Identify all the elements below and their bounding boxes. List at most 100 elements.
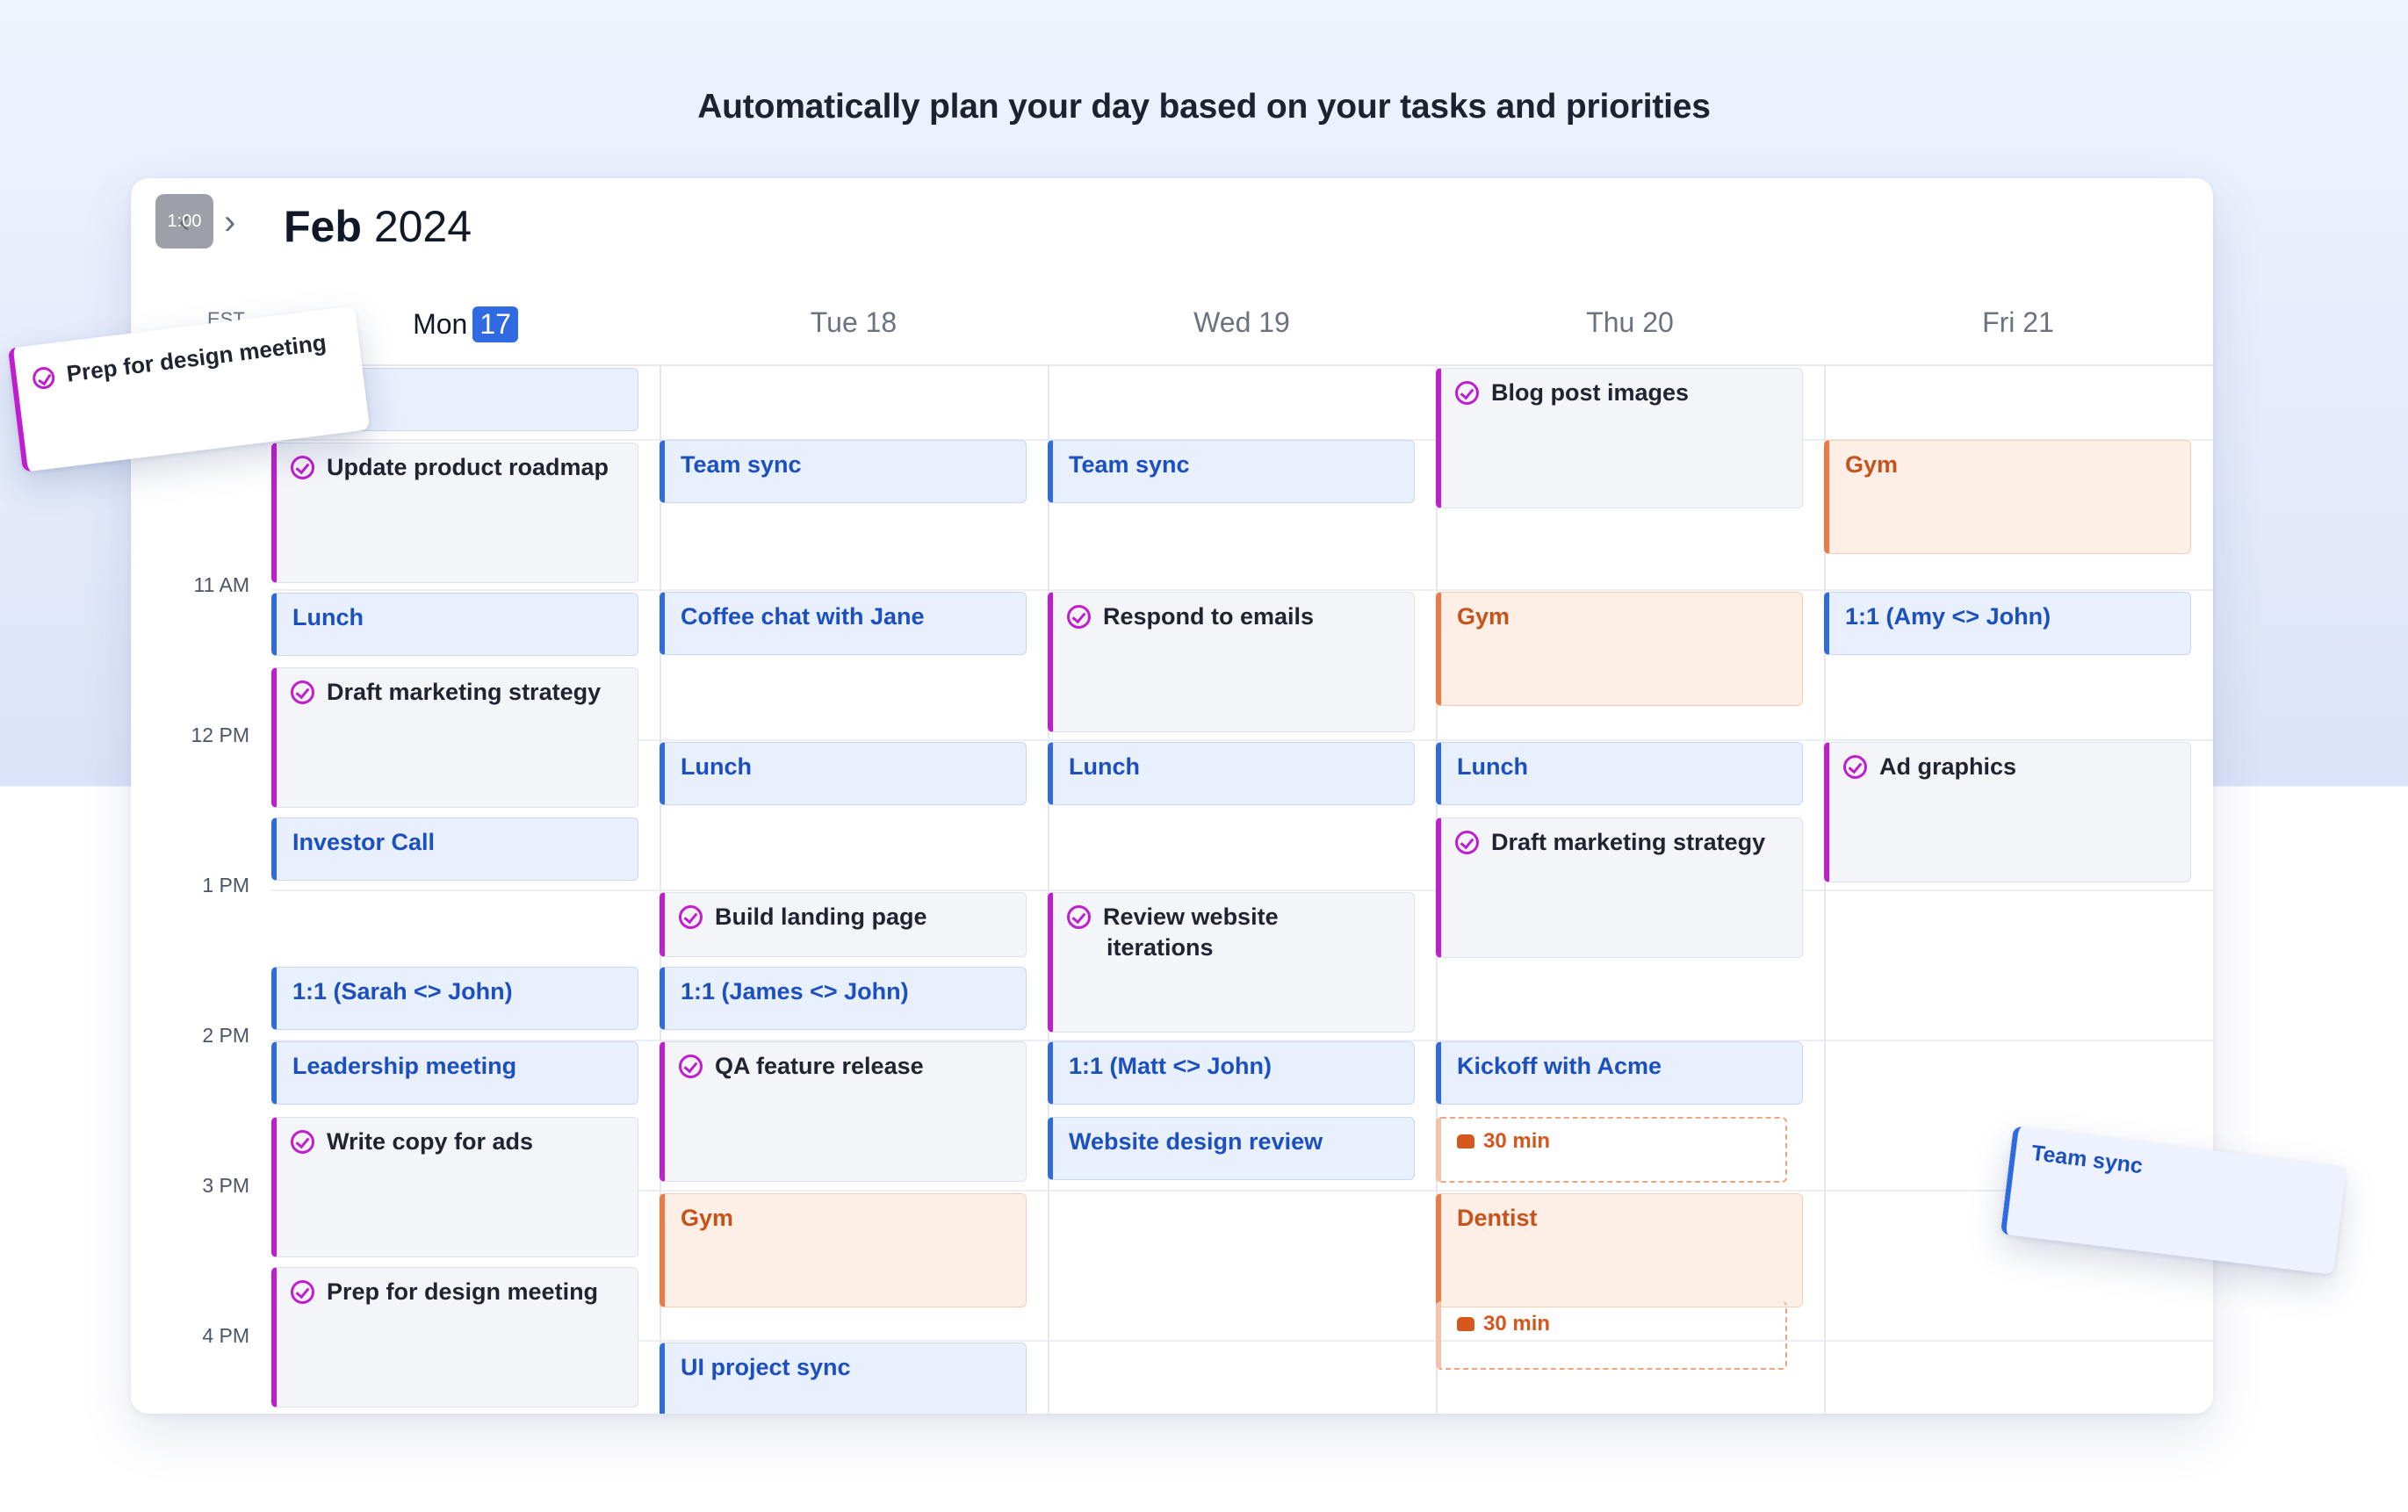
day-header-wed[interactable]: Wed 19	[1048, 306, 1436, 339]
task-build-landing-page[interactable]: Build landing page	[660, 892, 1027, 957]
hour-line	[271, 889, 2213, 891]
event-leadership-meeting[interactable]: Leadership meeting	[271, 1041, 638, 1105]
day-divider	[1048, 364, 1049, 1414]
task-check-icon	[1067, 605, 1091, 629]
event-title: UI project sync	[681, 1354, 851, 1380]
event-1on1-amy[interactable]: 1:1 (Amy <> John)	[1824, 592, 2191, 655]
task-check-icon	[1843, 755, 1867, 779]
task-check-icon	[1455, 831, 1479, 854]
task-draft-marketing-strategy[interactable]: Draft marketing strategy	[271, 667, 638, 808]
event-title: Update product roadmap	[327, 454, 609, 480]
event-title: Lunch	[681, 753, 752, 780]
task-check-icon	[1067, 905, 1091, 929]
headline: Automatically plan your day based on you…	[697, 88, 1711, 126]
event-title: Lunch	[1069, 753, 1140, 780]
event-title: Team sync	[681, 451, 802, 478]
task-write-copy-for-ads[interactable]: Write copy for ads	[271, 1117, 638, 1257]
event-title: Leadership meeting	[292, 1053, 517, 1079]
task-check-icon	[291, 1280, 314, 1304]
task-prep-for-design-meeting[interactable]: Prep for design meeting	[271, 1267, 638, 1408]
task-check-icon	[291, 456, 314, 479]
event-title: 1:1 (James <> John)	[681, 978, 909, 1004]
calendar-grid[interactable]: sync Update product roadmap Lunch Draft …	[271, 364, 2213, 1414]
hour-line	[271, 589, 2213, 591]
task-update-product-roadmap[interactable]: Update product roadmap	[271, 443, 638, 583]
event-title-line2: iterations	[1107, 934, 1214, 961]
event-lunch[interactable]: Lunch	[1048, 742, 1415, 805]
time-label: 2 PM	[202, 1024, 249, 1047]
event-title: Gym	[1457, 603, 1510, 630]
travel-duration: 30 min	[1483, 1312, 1551, 1336]
event-title: 1:1 (Matt <> John)	[1069, 1053, 1272, 1079]
event-title: Gym	[1845, 451, 1899, 478]
today-badge: 17	[472, 306, 518, 342]
event-gym[interactable]: Gym	[1824, 440, 2191, 554]
event-title: Blog post images	[1491, 379, 1690, 406]
event-title: Kickoff with Acme	[1457, 1053, 1662, 1079]
event-title: Coffee chat with Jane	[681, 603, 925, 630]
event-1on1-matt[interactable]: 1:1 (Matt <> John)	[1048, 1041, 1415, 1105]
time-label: 4 PM	[202, 1324, 249, 1347]
event-team-sync[interactable]: Team sync	[660, 440, 1027, 503]
event-1on1-james[interactable]: 1:1 (James <> John)	[660, 967, 1027, 1030]
task-blog-post-images[interactable]: Blog post images	[1436, 368, 1803, 508]
event-kickoff-with-acme[interactable]: Kickoff with Acme	[1436, 1041, 1803, 1105]
prev-week-button[interactable]: ‹ 1:00	[155, 194, 213, 248]
task-qa-feature-release[interactable]: QA feature release	[660, 1041, 1027, 1182]
time-tooltip: 1:00	[167, 211, 202, 231]
dragged-task-title: Prep for design meeting	[65, 328, 328, 387]
calendar-window: ‹ 1:00 › Feb 2024 EST Mon 17 Tue 18 Wed 1…	[131, 178, 2213, 1414]
event-team-sync[interactable]: Team sync	[1048, 440, 1415, 503]
event-coffee-chat[interactable]: Coffee chat with Jane	[660, 592, 1027, 655]
task-check-icon	[291, 1130, 314, 1154]
car-icon	[1457, 1134, 1474, 1148]
event-title: Draft marketing strategy	[327, 679, 602, 705]
event-title: QA feature release	[715, 1053, 924, 1079]
day-header-tue[interactable]: Tue 18	[660, 306, 1048, 339]
event-title: Ad graphics	[1879, 753, 2017, 780]
event-lunch[interactable]: Lunch	[1436, 742, 1803, 805]
event-title: Lunch	[292, 604, 364, 630]
time-label: 12 PM	[191, 724, 249, 746]
event-title: Review website	[1103, 904, 1279, 930]
task-review-website-iterations[interactable]: Review website iterations	[1048, 892, 1415, 1033]
car-icon	[1457, 1317, 1474, 1331]
event-gym[interactable]: Gym	[1436, 592, 1803, 706]
travel-time-block[interactable]: 30 min	[1436, 1301, 1787, 1370]
event-title: Team sync	[1069, 451, 1190, 478]
event-ui-project-sync[interactable]: UI project sync	[660, 1343, 1027, 1414]
task-check-icon	[291, 680, 314, 704]
event-title: Lunch	[1457, 753, 1528, 780]
event-1on1-sarah[interactable]: 1:1 (Sarah <> John)	[271, 967, 638, 1030]
day-header-thu[interactable]: Thu 20	[1436, 306, 1824, 339]
year: 2024	[373, 202, 472, 251]
chevron-right-icon[interactable]: ›	[224, 203, 235, 242]
time-label: 11 AM	[193, 573, 250, 596]
travel-time-block[interactable]: 30 min	[1436, 1117, 1787, 1183]
event-title: Website design review	[1069, 1128, 1323, 1155]
time-label: 3 PM	[202, 1174, 249, 1197]
task-check-icon	[1455, 381, 1479, 405]
travel-duration: 30 min	[1483, 1129, 1551, 1153]
dragged-event-title: Team sync	[2029, 1141, 2145, 1179]
event-title: Investor Call	[292, 829, 436, 855]
event-dentist[interactable]: Dentist	[1436, 1193, 1803, 1307]
time-label: 1 PM	[202, 874, 249, 896]
task-respond-to-emails[interactable]: Respond to emails	[1048, 592, 1415, 732]
event-gym[interactable]: Gym	[660, 1193, 1027, 1307]
task-check-icon	[679, 905, 703, 929]
event-investor-call[interactable]: Investor Call	[271, 817, 638, 881]
task-check-icon	[679, 1055, 703, 1078]
event-title: Write copy for ads	[327, 1128, 534, 1155]
event-lunch[interactable]: Lunch	[271, 593, 638, 656]
event-title: Gym	[681, 1205, 734, 1231]
day-header-fri[interactable]: Fri 21	[1824, 306, 2212, 339]
day-name: Mon	[413, 308, 468, 340]
event-title: Build landing page	[715, 904, 927, 930]
event-lunch[interactable]: Lunch	[660, 742, 1027, 805]
task-ad-graphics[interactable]: Ad graphics	[1824, 742, 2191, 882]
task-check-icon	[31, 365, 56, 391]
event-website-design-review[interactable]: Website design review	[1048, 1117, 1415, 1180]
event-title: Draft marketing strategy	[1491, 829, 1766, 855]
task-draft-marketing-strategy[interactable]: Draft marketing strategy	[1436, 817, 1803, 958]
